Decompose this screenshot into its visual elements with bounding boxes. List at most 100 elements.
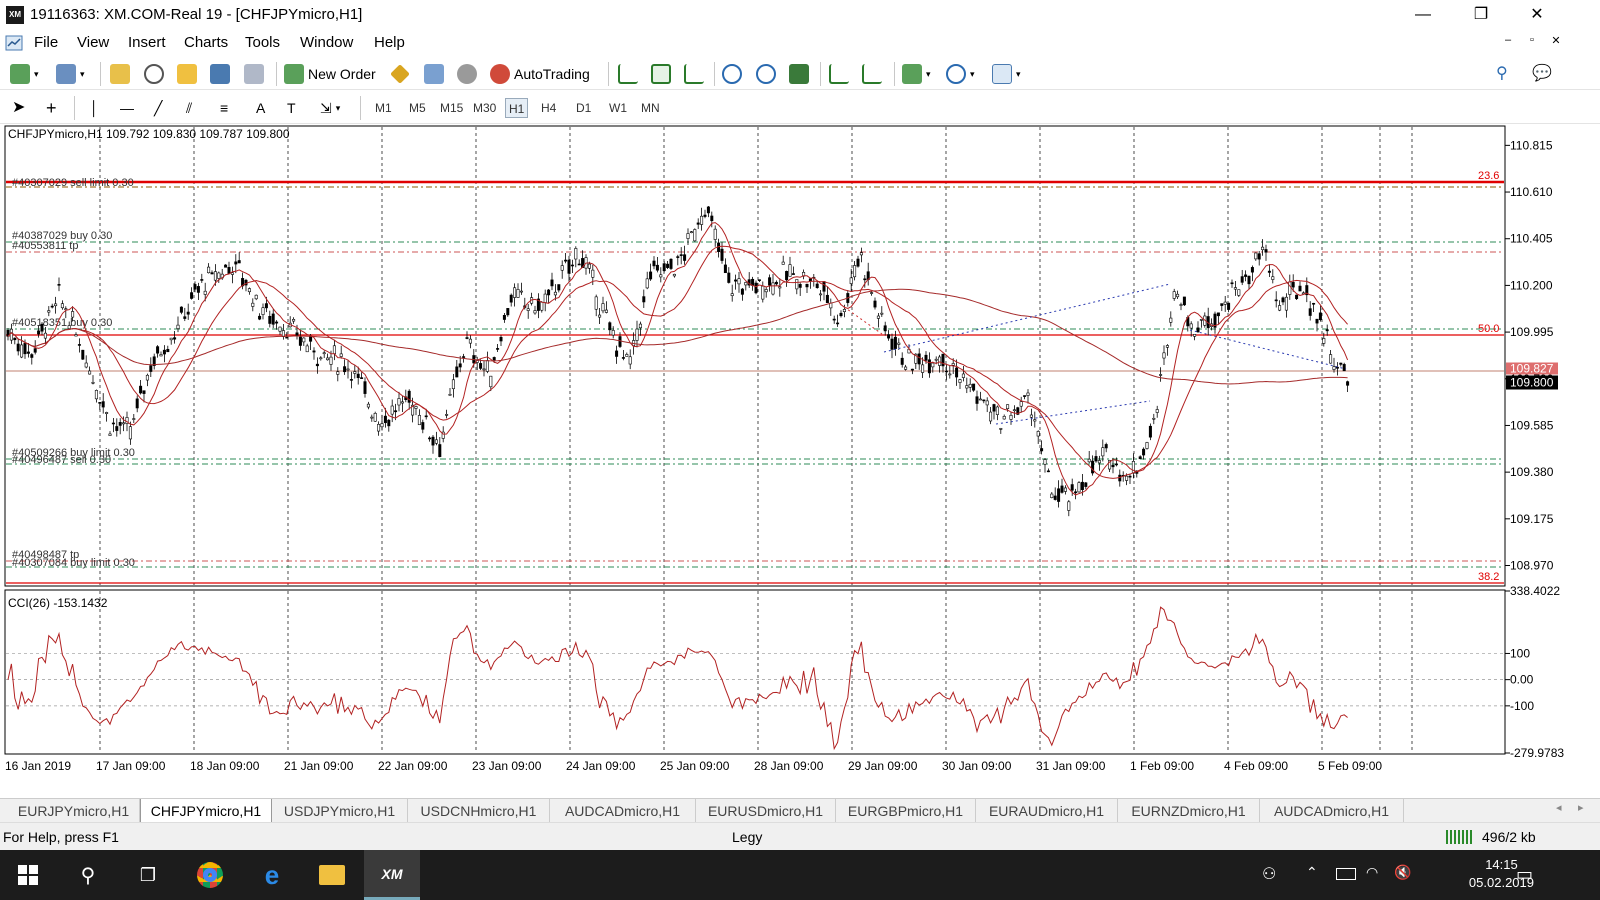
search-button[interactable]: ⚲ xyxy=(1496,62,1508,86)
timeframe-h4[interactable]: H4 xyxy=(538,98,559,118)
timeframe-m30[interactable]: M30 xyxy=(470,98,499,118)
candle-body xyxy=(1057,488,1061,502)
tab-euraud[interactable]: EURAUDmicro,H1 xyxy=(976,799,1118,823)
timeframe-d1[interactable]: D1 xyxy=(573,98,594,118)
battery-icon[interactable] xyxy=(1336,868,1356,880)
search-taskbar-button[interactable]: ⚲ xyxy=(60,850,116,900)
arrows-tool[interactable]: ⇲ ▾ xyxy=(320,96,340,120)
navigator-button[interactable] xyxy=(177,62,197,86)
tab-usdcnh[interactable]: USDCNHmicro,H1 xyxy=(408,799,550,823)
vertical-line-tool[interactable]: │ xyxy=(90,96,99,120)
periods-button[interactable]: ▾ xyxy=(946,62,975,86)
metaeditor-button[interactable] xyxy=(390,62,410,86)
start-button[interactable] xyxy=(0,850,56,900)
terminal-button[interactable] xyxy=(210,62,230,86)
tabs-scroll-right-icon[interactable]: ▸ xyxy=(1578,801,1584,814)
menu-window[interactable]: Window xyxy=(300,34,353,51)
timeframe-w1[interactable]: W1 xyxy=(606,98,630,118)
tabs-scroll-left-icon[interactable]: ◂ xyxy=(1556,801,1562,814)
menu-charts[interactable]: Charts xyxy=(184,34,228,51)
wifi-icon[interactable]: ◠ xyxy=(1366,864,1378,881)
crosshair-tool[interactable]: + xyxy=(46,96,57,120)
price-chart[interactable]: #40307029 sell limit 0.30#40387029 buy 0… xyxy=(0,124,1600,798)
market-watch-button[interactable] xyxy=(110,62,130,86)
chat-button[interactable]: 💬 xyxy=(1532,62,1552,86)
tab-eurnzd[interactable]: EURNZDmicro,H1 xyxy=(1118,799,1260,823)
chart-shift-button[interactable] xyxy=(862,62,882,86)
chart-window[interactable]: #40307029 sell limit 0.30 #40387029 buy 0… xyxy=(0,124,1600,798)
horizontal-line-tool[interactable]: — xyxy=(120,96,134,120)
chrome-button[interactable] xyxy=(182,850,238,900)
candle-body xyxy=(30,354,34,358)
cursor-tool[interactable]: ➤ xyxy=(12,96,25,120)
new-chart-button[interactable]: ▾ xyxy=(10,62,39,86)
candle-body xyxy=(1155,409,1159,413)
people-icon[interactable]: ⚇ xyxy=(1262,864,1276,884)
tab-usdjpy[interactable]: USDJPYmicro,H1 xyxy=(272,799,408,823)
indicators-icon xyxy=(902,64,922,84)
timeframe-mn[interactable]: MN xyxy=(638,98,663,118)
candle-body xyxy=(23,343,27,355)
timeframe-h1[interactable]: H1 xyxy=(505,98,529,118)
bar-chart-button[interactable] xyxy=(618,62,638,86)
tab-eurusd[interactable]: EURUSDmicro,H1 xyxy=(696,799,836,823)
text-tool[interactable]: A xyxy=(256,96,265,120)
timeframe-m5[interactable]: M5 xyxy=(406,98,429,118)
restore-button[interactable]: ❐ xyxy=(1458,2,1504,28)
text-label-tool[interactable]: T xyxy=(287,96,296,120)
strategy-tester-button[interactable] xyxy=(244,62,264,86)
mdi-close-button[interactable]: ✕ xyxy=(1546,34,1566,47)
show-hidden-icons-chevron-icon[interactable]: ⌃ xyxy=(1306,864,1318,881)
auto-scroll-button[interactable] xyxy=(829,62,849,86)
volume-muted-icon[interactable]: 🔇 xyxy=(1394,864,1411,881)
market-button[interactable] xyxy=(457,62,477,86)
cci-tick-label: 338.4022 xyxy=(1510,584,1560,598)
task-view-button[interactable]: ❐ xyxy=(120,850,176,900)
xm-terminal-taskbar-button[interactable]: XM xyxy=(364,850,420,900)
candle-body xyxy=(370,416,374,419)
minimize-button[interactable]: — xyxy=(1400,2,1446,28)
menu-insert[interactable]: Insert xyxy=(128,34,166,51)
candle-body xyxy=(978,398,982,401)
candle-body xyxy=(761,285,765,300)
menu-file[interactable]: File xyxy=(34,34,58,51)
edge-button[interactable]: e xyxy=(244,850,300,900)
equidistant-channel-tool[interactable]: ⫽ xyxy=(186,96,192,120)
candle-body xyxy=(1284,296,1288,311)
tab-eurgbp[interactable]: EURGBPmicro,H1 xyxy=(836,799,976,823)
fibonacci-tool[interactable]: ≡ xyxy=(220,96,228,120)
action-center-icon[interactable]: ▭ xyxy=(1516,864,1533,885)
data-window-button[interactable] xyxy=(144,62,164,86)
tab-audcad-2[interactable]: AUDCADmicro,H1 xyxy=(1260,799,1404,823)
zoom-in-button[interactable] xyxy=(722,62,742,86)
profiles-button[interactable]: ▾ xyxy=(56,62,85,86)
candle-body xyxy=(183,316,187,319)
tab-chfjpy[interactable]: CHFJPYmicro,H1 xyxy=(140,799,272,823)
candlestick-button[interactable] xyxy=(651,62,671,86)
candle-body xyxy=(509,294,513,303)
timeframe-m15[interactable]: M15 xyxy=(437,98,466,118)
trendline-tool[interactable]: ╱ xyxy=(154,96,162,120)
candle-body xyxy=(693,229,697,242)
tab-eurjpy[interactable]: EURJPYmicro,H1 xyxy=(8,799,140,823)
autotrading-button[interactable]: AutoTrading xyxy=(490,62,590,86)
new-order-button[interactable]: New Order xyxy=(284,62,376,86)
tab-audcad[interactable]: AUDCADmicro,H1 xyxy=(550,799,696,823)
zoom-out-button[interactable] xyxy=(756,62,776,86)
timeframe-m1[interactable]: M1 xyxy=(372,98,395,118)
line-chart-button[interactable] xyxy=(684,62,704,86)
menu-help[interactable]: Help xyxy=(374,34,405,51)
menu-view[interactable]: View xyxy=(77,34,109,51)
mdi-minimize-button[interactable]: – xyxy=(1498,34,1518,46)
mdi-restore-button[interactable]: ▫ xyxy=(1522,34,1542,46)
templates-button[interactable]: ▾ xyxy=(992,62,1021,86)
signals-button[interactable] xyxy=(424,62,444,86)
menu-tools[interactable]: Tools xyxy=(245,34,280,51)
chart-window-icon xyxy=(5,35,23,51)
close-button[interactable]: ✕ xyxy=(1514,2,1560,28)
file-explorer-button[interactable] xyxy=(304,850,360,900)
candle-body xyxy=(1060,485,1064,493)
tile-windows-button[interactable] xyxy=(789,62,809,86)
candle-body xyxy=(883,325,887,332)
indicators-button[interactable]: ▾ xyxy=(902,62,931,86)
